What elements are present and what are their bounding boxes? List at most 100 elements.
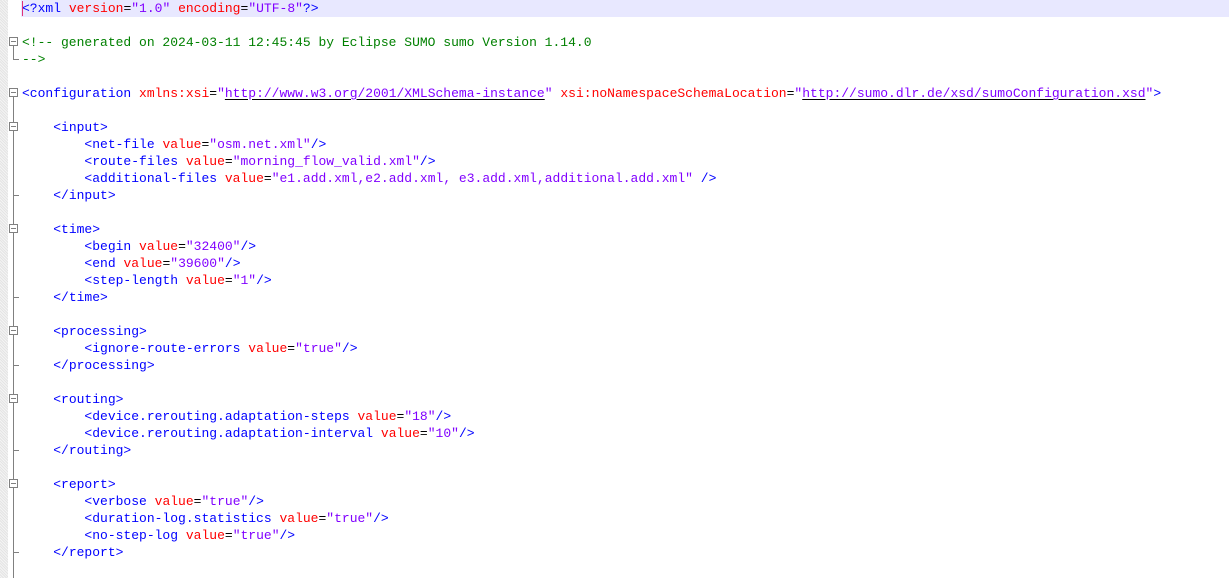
line-margin[interactable] bbox=[0, 102, 8, 119]
line-margin[interactable] bbox=[0, 170, 8, 187]
code-line[interactable]: <configuration xmlns:xsi="http://www.w3.… bbox=[0, 85, 1229, 102]
line-margin[interactable] bbox=[0, 357, 8, 374]
code-line[interactable] bbox=[0, 561, 1229, 578]
code-line[interactable] bbox=[0, 17, 1229, 34]
code-line[interactable]: <time> bbox=[0, 221, 1229, 238]
line-margin[interactable] bbox=[0, 459, 8, 476]
code-line[interactable] bbox=[0, 306, 1229, 323]
line-margin[interactable] bbox=[0, 544, 8, 561]
code-line[interactable]: <route-files value="morning_flow_valid.x… bbox=[0, 153, 1229, 170]
line-margin[interactable] bbox=[0, 204, 8, 221]
code-line[interactable]: <end value="39600"/> bbox=[0, 255, 1229, 272]
code-text: <routing> bbox=[22, 391, 123, 408]
line-margin[interactable] bbox=[0, 85, 8, 102]
line-margin[interactable] bbox=[0, 340, 8, 357]
code-line[interactable]: <report> bbox=[0, 476, 1229, 493]
fold-collapse-icon[interactable] bbox=[9, 479, 18, 488]
code-line[interactable]: <?xml version="1.0" encoding="UTF-8"?> bbox=[0, 0, 1229, 17]
line-margin[interactable] bbox=[0, 476, 8, 493]
code-line[interactable]: <processing> bbox=[0, 323, 1229, 340]
line-margin[interactable] bbox=[0, 255, 8, 272]
code-line[interactable] bbox=[0, 374, 1229, 391]
code-line[interactable]: <device.rerouting.adaptation-interval va… bbox=[0, 425, 1229, 442]
line-margin[interactable] bbox=[0, 289, 8, 306]
code-line[interactable]: <step-length value="1"/> bbox=[0, 272, 1229, 289]
xml-tag: <time> bbox=[53, 222, 101, 237]
code-line[interactable] bbox=[0, 102, 1229, 119]
line-margin[interactable] bbox=[0, 425, 8, 442]
xml-tag: xml bbox=[37, 1, 62, 16]
fold-collapse-icon[interactable] bbox=[9, 224, 18, 233]
fold-collapse-icon[interactable] bbox=[9, 394, 18, 403]
code-line[interactable]: </report> bbox=[0, 544, 1229, 561]
code-line[interactable]: <no-step-log value="true"/> bbox=[0, 527, 1229, 544]
fold-collapse-icon[interactable] bbox=[9, 37, 18, 46]
code-line[interactable]: <additional-files value="e1.add.xml,e2.a… bbox=[0, 170, 1229, 187]
xml-tag: <? bbox=[22, 1, 38, 16]
line-margin[interactable] bbox=[0, 561, 8, 578]
code-line[interactable]: <ignore-route-errors value="true"/> bbox=[0, 340, 1229, 357]
fold-collapse-icon[interactable] bbox=[9, 88, 18, 97]
line-margin[interactable] bbox=[0, 527, 8, 544]
line-margin[interactable] bbox=[0, 119, 8, 136]
line-margin[interactable] bbox=[0, 510, 8, 527]
fold-margin bbox=[8, 527, 21, 544]
line-margin[interactable] bbox=[0, 187, 8, 204]
line-margin[interactable] bbox=[0, 306, 8, 323]
code-line[interactable]: <device.rerouting.adaptation-steps value… bbox=[0, 408, 1229, 425]
attribute-value: "1" bbox=[232, 273, 257, 288]
xml-tag: <route-files bbox=[84, 154, 179, 169]
code-line[interactable]: <net-file value="osm.net.xml"/> bbox=[0, 136, 1229, 153]
line-margin[interactable] bbox=[0, 68, 8, 85]
line-margin[interactable] bbox=[0, 17, 8, 34]
url-link[interactable]: http://www.w3.org/2001/XMLSchema-instanc… bbox=[225, 86, 545, 101]
fold-margin bbox=[8, 340, 21, 357]
code-line[interactable]: <verbose value="true"/> bbox=[0, 493, 1229, 510]
line-margin[interactable] bbox=[0, 408, 8, 425]
line-margin[interactable] bbox=[0, 323, 8, 340]
line-margin[interactable] bbox=[0, 272, 8, 289]
url-link[interactable]: http://sumo.dlr.de/xsd/sumoConfiguration… bbox=[802, 86, 1145, 101]
xml-editor[interactable]: <?xml version="1.0" encoding="UTF-8"?> <!… bbox=[0, 0, 1229, 578]
code-line[interactable]: </time> bbox=[0, 289, 1229, 306]
code-line[interactable]: </input> bbox=[0, 187, 1229, 204]
xml-comment: <!-- generated on 2024-03-11 12:45:45 by… bbox=[22, 35, 592, 50]
xml-tag: <routing> bbox=[53, 392, 124, 407]
line-margin[interactable] bbox=[0, 51, 8, 68]
line-margin[interactable] bbox=[0, 136, 8, 153]
xml-tag: <no-step-log bbox=[84, 528, 179, 543]
code-line[interactable] bbox=[0, 68, 1229, 85]
code-line[interactable]: <routing> bbox=[0, 391, 1229, 408]
code-line[interactable]: </processing> bbox=[0, 357, 1229, 374]
line-margin[interactable] bbox=[0, 442, 8, 459]
code-line[interactable]: <!-- generated on 2024-03-11 12:45:45 by… bbox=[0, 34, 1229, 51]
line-margin[interactable] bbox=[0, 221, 8, 238]
code-line[interactable]: </routing> bbox=[0, 442, 1229, 459]
line-margin[interactable] bbox=[0, 238, 8, 255]
line-margin[interactable] bbox=[0, 493, 8, 510]
line-margin[interactable] bbox=[0, 34, 8, 51]
fold-collapse-icon[interactable] bbox=[9, 326, 18, 335]
code-line[interactable] bbox=[0, 204, 1229, 221]
attribute-value: "osm.net.xml" bbox=[209, 137, 311, 152]
line-margin[interactable] bbox=[0, 0, 8, 17]
fold-margin bbox=[8, 391, 21, 408]
fold-collapse-icon[interactable] bbox=[9, 122, 18, 131]
line-margin[interactable] bbox=[0, 374, 8, 391]
line-margin[interactable] bbox=[0, 391, 8, 408]
xml-tag: /> bbox=[700, 171, 717, 186]
code-line[interactable]: <duration-log.statistics value="true"/> bbox=[0, 510, 1229, 527]
code-line[interactable] bbox=[0, 459, 1229, 476]
line-margin[interactable] bbox=[0, 153, 8, 170]
code-line[interactable]: --> bbox=[0, 51, 1229, 68]
code-line[interactable]: <input> bbox=[0, 119, 1229, 136]
code-line[interactable]: <begin value="32400"/> bbox=[0, 238, 1229, 255]
